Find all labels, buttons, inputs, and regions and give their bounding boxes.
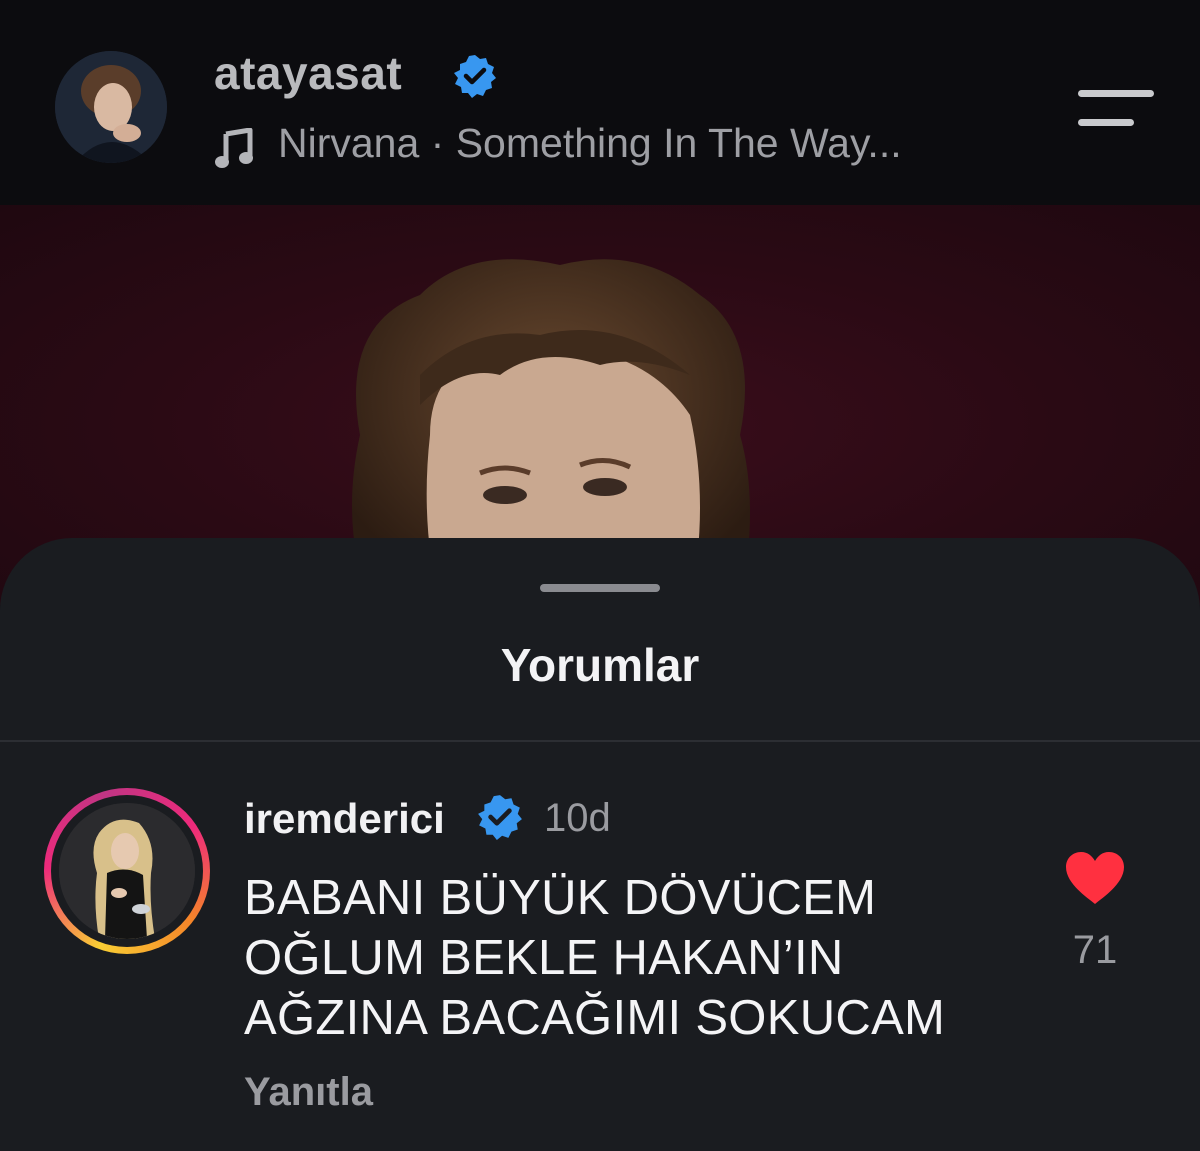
comment-text-line: BABANI BÜYÜK DÖVÜCEM [244,871,877,925]
menu-icon[interactable] [1076,86,1156,130]
comment-username[interactable]: iremderici [244,795,445,843]
profile-username[interactable]: atayasat [214,46,402,100]
sheet-drag-handle[interactable] [540,584,660,592]
comment-text-line: OĞLUM BEKLE HAKAN’IN [244,931,844,985]
comment-text-line: AĞZINA BACAĞIMI SOKUCAM [244,991,946,1045]
heart-icon[interactable] [1064,850,1126,906]
profile-avatar[interactable] [55,51,167,163]
comment-text: BABANI BÜYÜK DÖVÜCEM OĞLUM BEKLE HAKAN’I… [244,868,1044,1048]
sheet-title: Yorumlar [500,639,700,691]
music-note-icon [214,127,256,170]
verified-badge-icon [452,53,498,104]
commenter-avatar[interactable] [44,788,210,954]
reply-button[interactable]: Yanıtla [244,1070,373,1115]
divider [0,740,1200,742]
music-track-label[interactable]: Nirvana · Something In The Way... [278,120,902,167]
verified-badge-icon [476,793,524,846]
like-count: 71 [1072,928,1118,972]
comment-timestamp: 10d [544,796,611,840]
comments-sheet: Yorumlar iremderici 10d BABANI BÜYÜK DÖV… [0,538,1200,1151]
reel-header: atayasat Nirvana · Something In The Way.… [0,0,1200,205]
